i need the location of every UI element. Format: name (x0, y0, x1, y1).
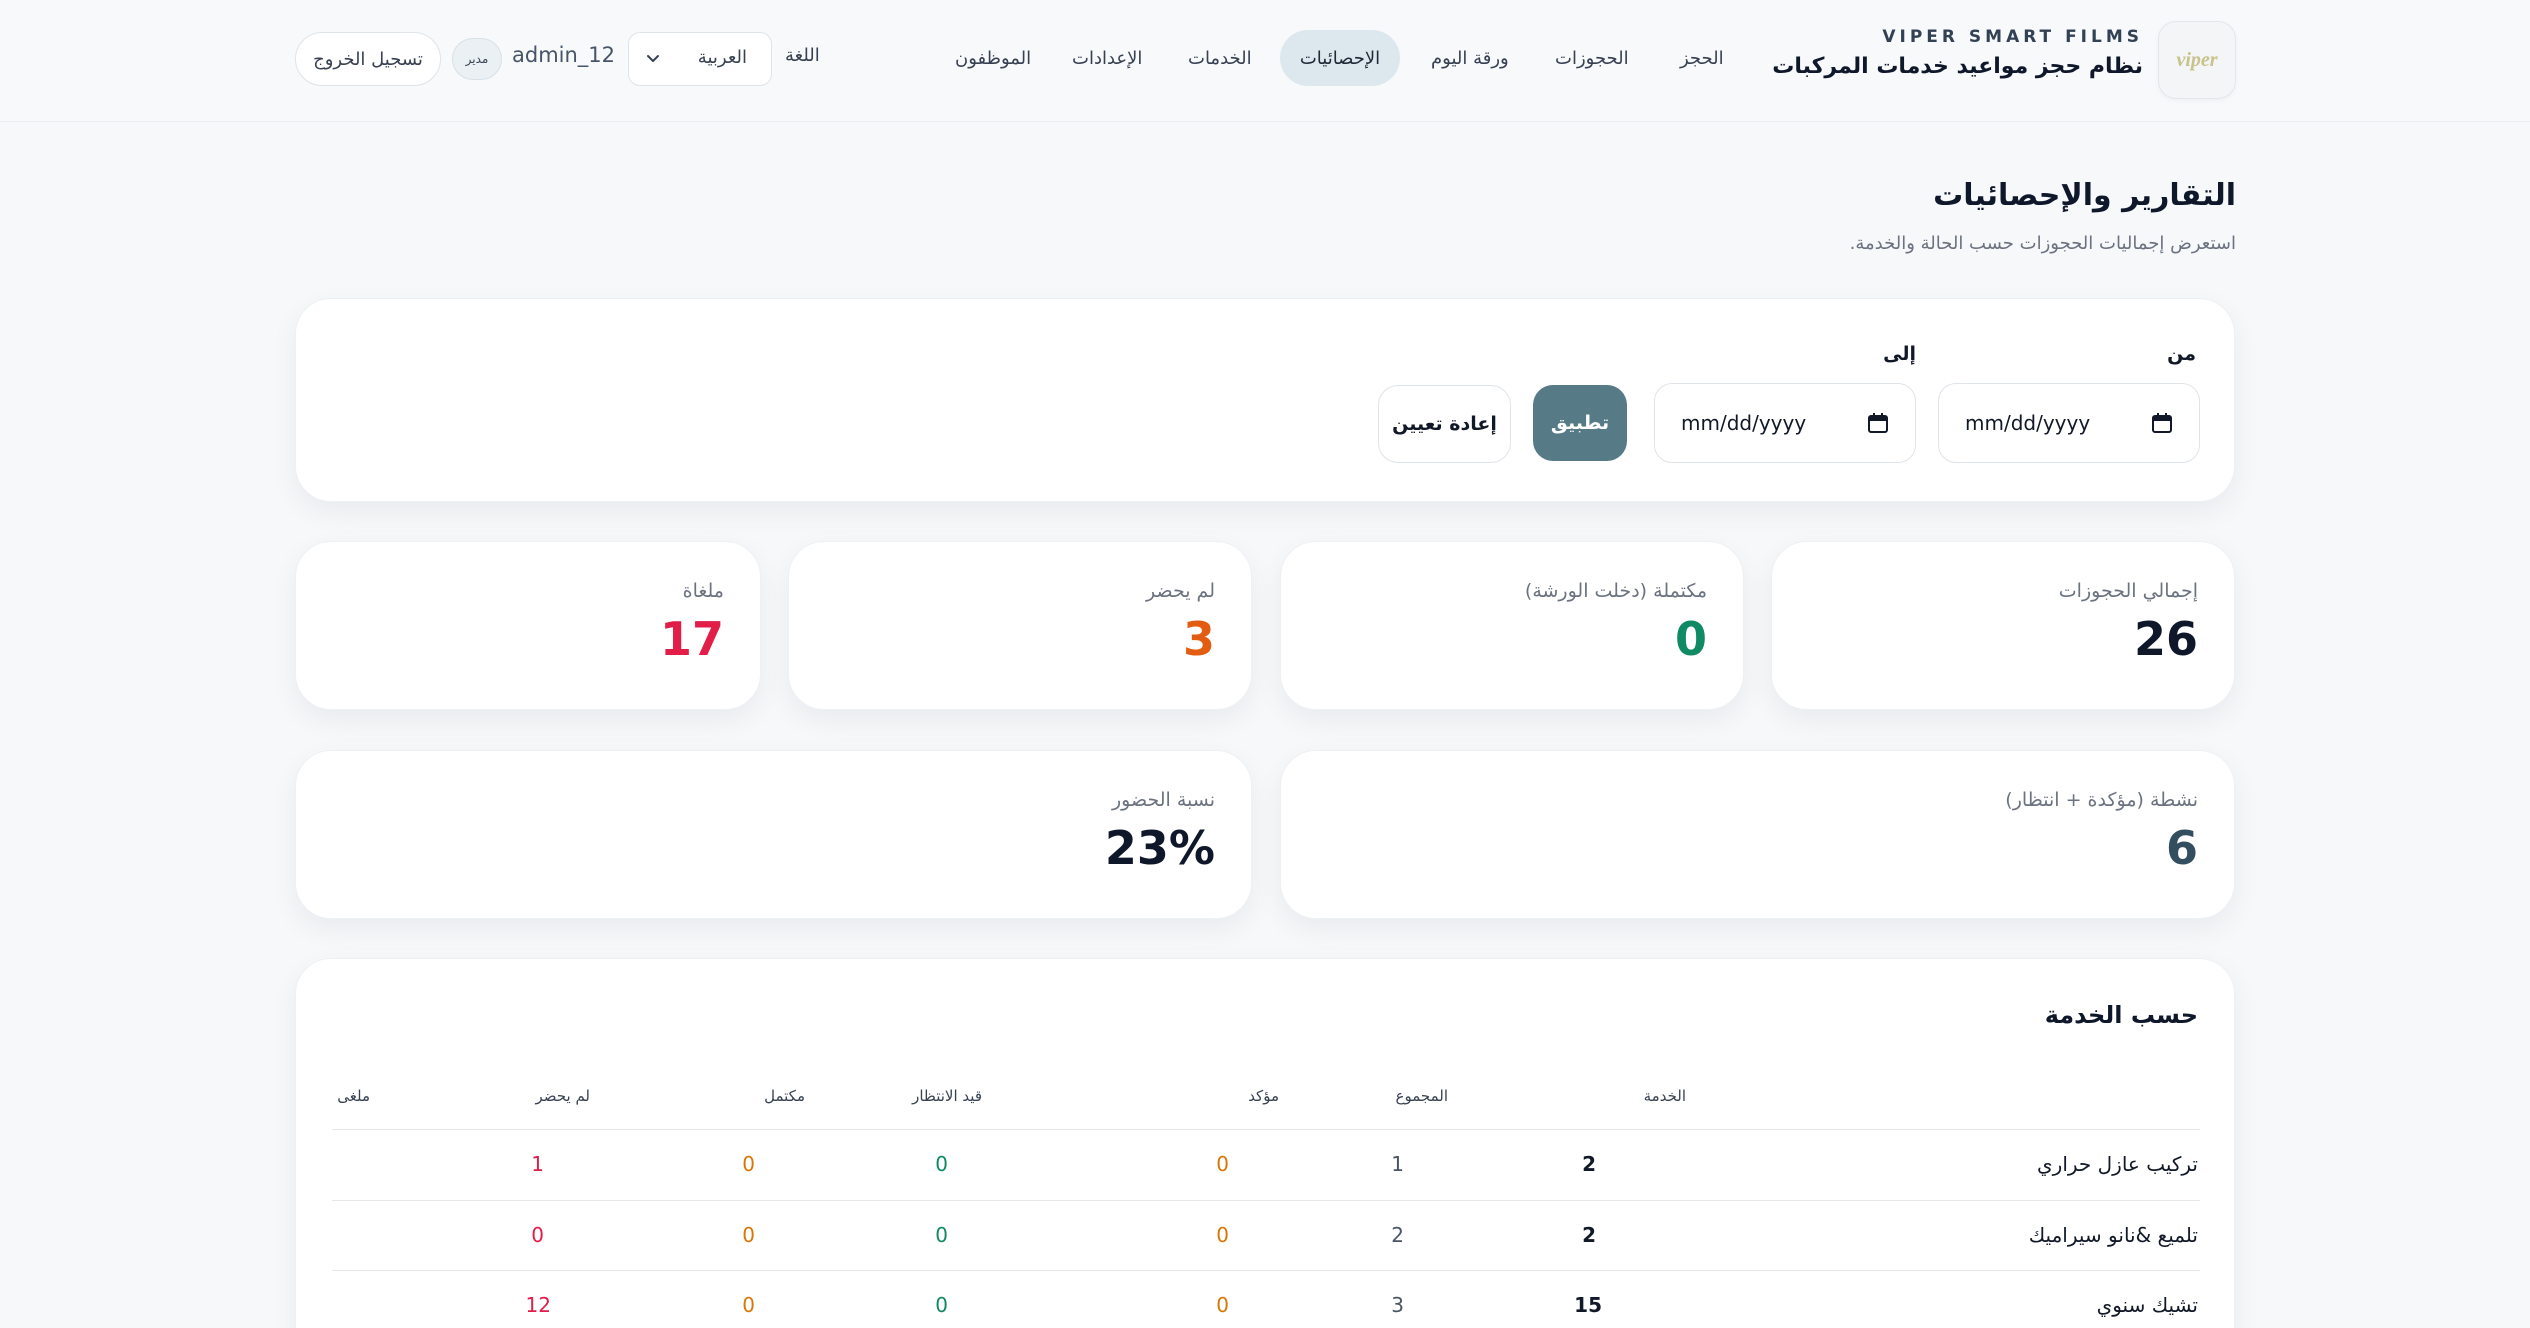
cell-completed: 0 (935, 1152, 948, 1176)
header-service: الخدمة (1643, 1087, 1686, 1105)
cell-pending: 0 (1216, 1152, 1229, 1176)
reset-button[interactable]: إعادة تعيين (1378, 385, 1511, 463)
chevron-down-icon (647, 55, 659, 62)
top-header: viper VIPER SMART FILMS نظام حجز مواعيد … (0, 0, 2530, 122)
language-label: اللغة (785, 45, 820, 66)
table-divider (332, 1200, 2200, 1201)
nav-statistics[interactable]: الإحصائيات (1280, 30, 1400, 86)
cell-confirmed: 3 (1391, 1293, 1404, 1317)
stat-value-cancelled: 17 (659, 612, 724, 666)
date-filter-card: من إلى mm/dd/yyyy mm/dd/yyyy تطبيق إعادة… (295, 298, 2235, 502)
calendar-icon[interactable] (1867, 412, 1889, 434)
cell-service: تلميع &نانو سيراميك (2028, 1223, 2198, 1247)
page-title: التقارير والإحصائيات (1933, 178, 2236, 213)
stat-card-completed: مكتملة (دخلت الورشة) 0 (1280, 541, 1744, 710)
cell-confirmed: 1 (1391, 1152, 1404, 1176)
from-label: من (2167, 343, 2196, 365)
table-divider (332, 1270, 2200, 1271)
table-divider (332, 1129, 2200, 1130)
stat-label: نشطة (مؤكدة + انتظار) (2005, 789, 2198, 811)
brand-logo[interactable]: viper (2158, 21, 2236, 99)
nav-booking[interactable]: الحجز (1662, 30, 1742, 86)
stat-value-total: 26 (2133, 612, 2198, 666)
nav-services[interactable]: الخدمات (1170, 30, 1270, 86)
stat-label: مكتملة (دخلت الورشة) (1524, 580, 1707, 602)
stat-value-attendance: 23% (1104, 821, 1215, 875)
nav-employees[interactable]: الموظفون (937, 30, 1049, 86)
language-value: العربية (697, 47, 747, 68)
cell-total: 15 (1574, 1293, 1602, 1317)
cell-no-show: 0 (742, 1223, 755, 1247)
cell-completed: 0 (935, 1223, 948, 1247)
stat-label: لم يحضر (1146, 580, 1215, 602)
to-date-value: mm/dd/yyyy (1681, 411, 1807, 435)
header-pending: قيد الانتظار (912, 1087, 982, 1105)
cell-service: تشيك سنوي (2096, 1293, 2198, 1317)
from-date-value: mm/dd/yyyy (1965, 411, 2091, 435)
header-completed: مكتمل (764, 1087, 805, 1105)
brand-name: VIPER SMART FILMS (1882, 27, 2143, 47)
nav-settings[interactable]: الإعدادات (1054, 30, 1160, 86)
cell-pending: 0 (1216, 1223, 1229, 1247)
by-service-card: حسب الخدمة الخدمة المجموع مؤكد قيد الانت… (295, 958, 2235, 1328)
cell-no-show: 0 (742, 1293, 755, 1317)
cell-cancelled: 0 (531, 1223, 544, 1247)
header-total: المجموع (1395, 1087, 1448, 1105)
from-date-input[interactable]: mm/dd/yyyy (1938, 383, 2200, 463)
role-badge: مدير (452, 38, 502, 80)
username: admin_12 (512, 43, 616, 67)
header-no-show: لم يحضر (535, 1087, 590, 1105)
cell-confirmed: 2 (1391, 1223, 1404, 1247)
cell-completed: 0 (935, 1293, 948, 1317)
section-title: حسب الخدمة (2044, 1001, 2198, 1029)
stat-card-total: إجمالي الحجوزات 26 (1771, 541, 2235, 710)
stat-label: ملغاة (682, 580, 724, 602)
logo-text: viper (2176, 48, 2218, 71)
stat-value-no-show: 3 (1182, 612, 1215, 666)
nav-daily-sheet[interactable]: ورقة اليوم (1413, 30, 1527, 86)
stat-value-completed: 0 (1674, 612, 1707, 666)
apply-button[interactable]: تطبيق (1533, 385, 1627, 461)
nav-bookings[interactable]: الحجوزات (1537, 30, 1647, 86)
cell-total: 2 (1582, 1223, 1596, 1247)
stat-card-no-show: لم يحضر 3 (788, 541, 1252, 710)
header-confirmed: مؤكد (1248, 1087, 1279, 1105)
to-label: إلى (1883, 343, 1916, 365)
cell-service: تركيب عازل حراري (2037, 1152, 2198, 1176)
calendar-icon[interactable] (2151, 412, 2173, 434)
language-select[interactable]: العربية (628, 32, 772, 86)
stat-card-active: نشطة (مؤكدة + انتظار) 6 (1280, 750, 2235, 919)
stat-card-cancelled: ملغاة 17 (295, 541, 761, 710)
cell-pending: 0 (1216, 1293, 1229, 1317)
logout-button[interactable]: تسجيل الخروج (295, 32, 441, 86)
app-title: نظام حجز مواعيد خدمات المركبات (1772, 54, 2143, 79)
cell-no-show: 0 (742, 1152, 755, 1176)
stat-label: إجمالي الحجوزات (2058, 580, 2198, 602)
to-date-input[interactable]: mm/dd/yyyy (1654, 383, 1916, 463)
cell-total: 2 (1582, 1152, 1596, 1176)
header-cancelled: ملغى (337, 1087, 370, 1105)
stat-value-active: 6 (2165, 821, 2198, 875)
stat-card-attendance: نسبة الحضور 23% (295, 750, 1252, 919)
page-subtitle: استعرض إجماليات الحجوزات حسب الحالة والخ… (1849, 233, 2236, 254)
cell-cancelled: 1 (531, 1152, 544, 1176)
stat-label: نسبة الحضور (1112, 789, 1215, 811)
cell-cancelled: 12 (525, 1293, 551, 1317)
